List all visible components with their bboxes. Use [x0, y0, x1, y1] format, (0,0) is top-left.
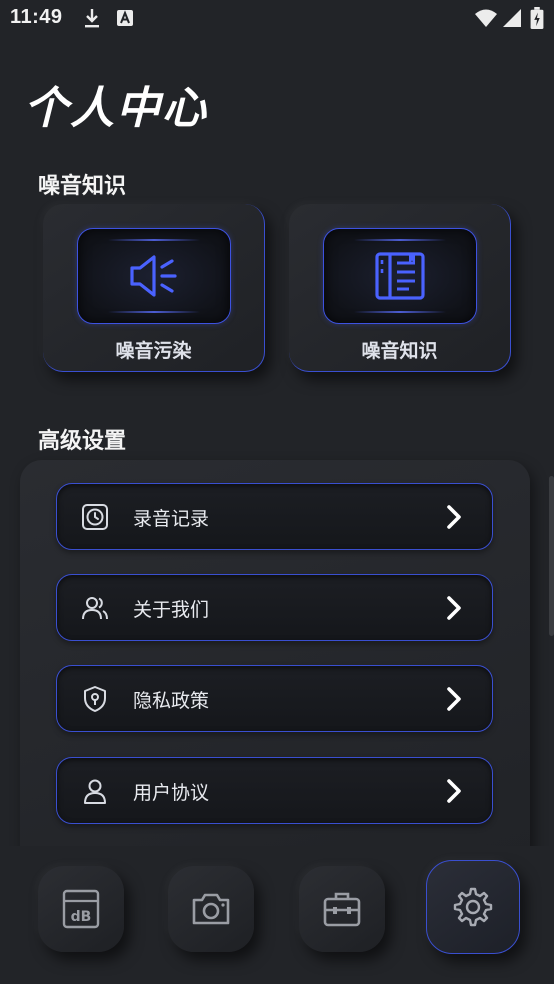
- toolbox-icon: [323, 892, 361, 927]
- download-icon: [85, 9, 99, 28]
- shield-icon: [84, 686, 106, 712]
- status-bar: 11:49: [0, 0, 554, 38]
- speaker-icon: [130, 255, 177, 297]
- screen: 11:49 个人中心 噪音知识 噪音污染 噪音知识 高级设置 录音记录 关于我们…: [0, 0, 554, 984]
- chevron-right-icon: [447, 596, 461, 620]
- battery-icon: [530, 7, 544, 29]
- setting-row-privacy-policy[interactable]: 隐私政策: [56, 665, 493, 732]
- users-icon: [82, 597, 108, 620]
- setting-label: 隐私政策: [133, 690, 210, 712]
- card-icon-frame: [323, 228, 477, 324]
- card-label: 噪音污染: [115, 340, 192, 362]
- section-title-advanced: 高级设置: [38, 429, 127, 454]
- section-title-knowledge: 噪音知识: [38, 174, 127, 199]
- nav-decibel-meter[interactable]: dB: [38, 866, 124, 952]
- db-meter-icon: dB: [62, 889, 100, 929]
- book-icon: [375, 252, 425, 300]
- setting-row-about-us[interactable]: 关于我们: [56, 574, 493, 641]
- chevron-right-icon: [447, 505, 461, 529]
- camera-icon: [192, 893, 230, 925]
- wifi-icon: [475, 9, 497, 27]
- clock-icon: [82, 504, 108, 530]
- setting-row-recordings[interactable]: 录音记录: [56, 483, 493, 550]
- nav-toolbox[interactable]: [299, 866, 385, 952]
- bottom-nav: dB: [0, 846, 554, 984]
- user-icon: [84, 779, 106, 804]
- nav-settings[interactable]: [426, 860, 520, 954]
- setting-label: 录音记录: [133, 508, 210, 530]
- card-noise-pollution[interactable]: 噪音污染: [43, 204, 265, 372]
- signal-icon: [503, 9, 521, 27]
- setting-row-user-agreement[interactable]: 用户协议: [56, 757, 493, 824]
- gear-icon: [453, 887, 493, 927]
- nav-camera[interactable]: [168, 866, 254, 952]
- setting-label: 关于我们: [133, 599, 210, 621]
- scrollbar[interactable]: [549, 476, 554, 636]
- a-icon: [117, 10, 133, 26]
- card-icon-frame: [77, 228, 231, 324]
- status-time: 11:49: [10, 6, 63, 28]
- chevron-right-icon: [447, 779, 461, 803]
- chevron-right-icon: [447, 687, 461, 711]
- page-title: 个人中心: [24, 83, 208, 134]
- setting-label: 用户协议: [133, 782, 210, 804]
- svg-text:dB: dB: [71, 909, 92, 925]
- card-noise-knowledge[interactable]: 噪音知识: [289, 204, 511, 372]
- card-label: 噪音知识: [361, 340, 438, 362]
